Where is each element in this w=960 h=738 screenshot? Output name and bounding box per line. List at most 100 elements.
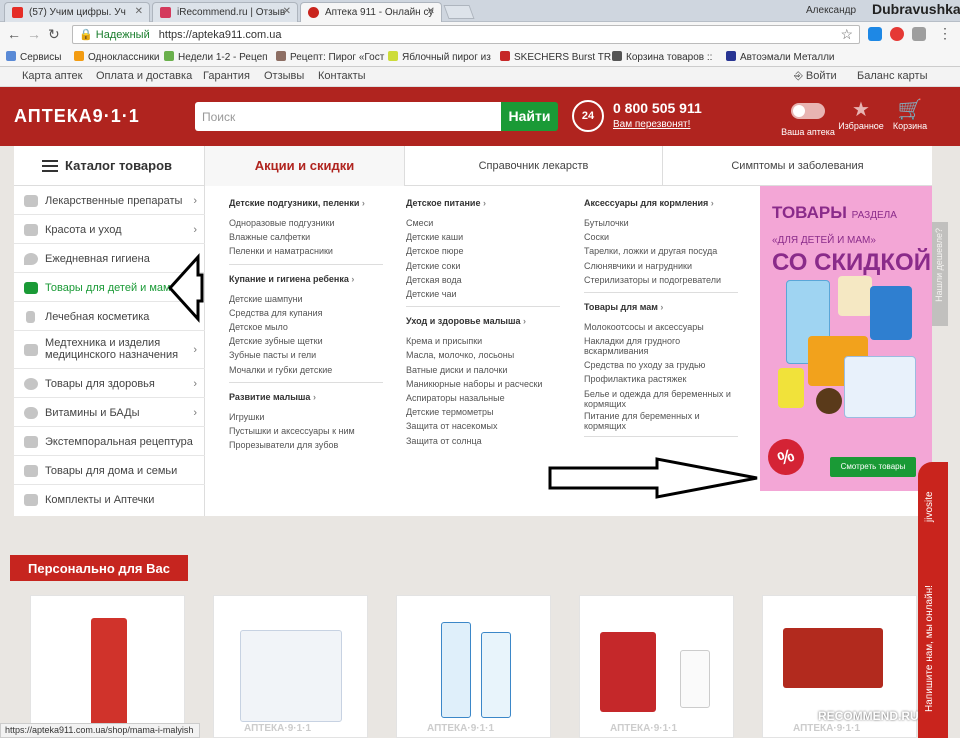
bookmark-item[interactable]: Сервисы <box>6 51 61 63</box>
bookmark-item[interactable]: Автоэмали Металли <box>726 51 835 63</box>
submenu-link[interactable]: Мочалки и губки детские <box>229 363 389 377</box>
sidebar-item-beauty[interactable]: Красота и уход › <box>14 215 205 244</box>
submenu-heading[interactable]: Товары для мам <box>584 302 744 314</box>
nav-link-payment[interactable]: Оплата и доставка <box>96 70 192 82</box>
submenu-link[interactable]: Детские шампуни <box>229 292 389 306</box>
submenu-link[interactable]: Защита от солнца <box>406 434 566 448</box>
product-card[interactable]: АПТЕКА·9·1·1 <box>579 595 734 738</box>
forward-icon[interactable]: → <box>27 26 41 42</box>
sidebar-item-medtech[interactable]: Медтехника и изделия медицинского назнач… <box>14 331 205 369</box>
tab-promotions[interactable]: Акции и скидки <box>205 146 405 186</box>
submenu-link[interactable]: Детские зубные щетки <box>229 334 389 348</box>
login-link[interactable]: ⎆ Войти <box>794 70 837 83</box>
submenu-link[interactable]: Крема и присыпки <box>406 334 566 348</box>
bookmark-item[interactable]: SKECHERS Burst TR <box>500 51 611 63</box>
close-tab-icon[interactable]: ✕ <box>283 6 291 17</box>
bookmark-item[interactable]: Одноклассники <box>74 51 159 63</box>
browser-tab-apteka[interactable]: Аптека 911 - Онлайн су ✕ <box>300 2 442 23</box>
browser-tab-irecommend[interactable]: iRecommend.ru | Отзыв ✕ <box>152 2 298 22</box>
promo-banner[interactable]: ТОВАРЫ РАЗДЕЛА «ДЛЯ ДЕТЕЙ И МАМ» СО СКИД… <box>760 186 932 491</box>
submenu-heading[interactable]: Развитие малыша <box>229 392 389 404</box>
close-tab-icon[interactable]: ✕ <box>427 6 435 17</box>
reload-icon[interactable]: ↻ <box>48 26 60 43</box>
sidebar-item-drugs[interactable]: Лекарственные препараты › <box>14 186 205 215</box>
submenu-heading[interactable]: Детское питание <box>406 198 566 210</box>
url-input[interactable]: 🔒 Надежный https://apteka911.com.ua ☆ <box>72 25 860 44</box>
submenu-link[interactable]: Пустышки и аксессуары к ним <box>229 424 389 438</box>
sidebar-item-health[interactable]: Товары для здоровья › <box>14 369 205 398</box>
submenu-link[interactable]: Детские соки <box>406 259 566 273</box>
balance-link[interactable]: Баланс карты <box>857 70 928 82</box>
product-card[interactable]: АПТЕКА·9·1·1 <box>396 595 551 738</box>
submenu-link[interactable]: Детские чаи <box>406 287 566 301</box>
jivosite-chat-widget[interactable]: jivosite Напишите нам, мы онлайн! <box>918 462 948 738</box>
submenu-link[interactable]: Прорезыватели для зубов <box>229 438 389 452</box>
submenu-link[interactable]: Профилактика растяжек <box>584 372 744 386</box>
nav-link-map[interactable]: Карта аптек <box>22 70 82 82</box>
nav-link-reviews[interactable]: Отзывы <box>264 70 304 82</box>
your-pharmacy-button[interactable]: Ваша аптека <box>778 97 838 137</box>
bookmark-item[interactable]: Недели 1-2 - Рецеп <box>164 51 268 63</box>
submenu-link[interactable]: Питание для беременных и кормящих <box>584 411 744 431</box>
sidebar-item-home[interactable]: Товары для дома и семьи <box>14 456 205 485</box>
nav-link-contacts[interactable]: Контакты <box>318 70 366 82</box>
submenu-heading[interactable]: Купание и гигиена ребенка <box>229 274 389 286</box>
submenu-link[interactable]: Игрушки <box>229 410 389 424</box>
browser-tab-youtube[interactable]: (57) Учим цифры. Уч ✕ <box>4 2 150 22</box>
submenu-link[interactable]: Одноразовые подгузники <box>229 216 389 230</box>
nav-link-warranty[interactable]: Гарантия <box>203 70 250 82</box>
extension-icon[interactable] <box>890 27 904 41</box>
submenu-link[interactable]: Накладки для грудного вскармливания <box>584 336 744 356</box>
sidebar-item-extemporal[interactable]: Экстемпоральная рецептура <box>14 427 205 456</box>
product-card[interactable] <box>30 595 185 738</box>
submenu-link[interactable]: Детское мыло <box>229 320 389 334</box>
back-icon[interactable]: ← <box>7 26 21 42</box>
submenu-link[interactable]: Ватные диски и палочки <box>406 363 566 377</box>
product-card[interactable]: АПТЕКА·9·1·1 <box>213 595 368 738</box>
submenu-link[interactable]: Пеленки и наматрасники <box>229 244 389 258</box>
submenu-link[interactable]: Детские термометры <box>406 405 566 419</box>
sidebar-item-vitamins[interactable]: Витамины и БАДы › <box>14 398 205 427</box>
submenu-link[interactable]: Защита от насекомых <box>406 419 566 433</box>
submenu-link[interactable]: Тарелки, ложки и другая посуда <box>584 244 744 258</box>
sidebar-item-kits[interactable]: Комплекты и Аптечки <box>14 485 205 516</box>
submenu-link[interactable]: Детское пюре <box>406 244 566 258</box>
found-cheaper-tab[interactable]: Нашли дешевле? <box>932 222 948 326</box>
catalog-button[interactable]: Каталог товаров <box>14 146 205 186</box>
submenu-link[interactable]: Маникюрные наборы и расчески <box>406 377 566 391</box>
view-products-button[interactable]: Смотреть товары <box>830 457 916 477</box>
submenu-heading[interactable]: Детские подгузники, пеленки <box>229 198 389 210</box>
close-tab-icon[interactable]: ✕ <box>135 6 143 17</box>
submenu-link[interactable]: Масла, молочко, лосьоны <box>406 348 566 362</box>
submenu-link[interactable]: Зубные пасты и гели <box>229 348 389 362</box>
bookmark-item[interactable]: Яблочный пирог из <box>388 51 491 63</box>
phone-number[interactable]: 0 800 505 911 <box>613 100 702 116</box>
submenu-link[interactable]: Стерилизаторы и подогреватели <box>584 273 744 287</box>
submenu-link[interactable]: Средства по уходу за грудью <box>584 358 744 372</box>
cart-button[interactable]: 🛒 Корзина <box>880 97 940 131</box>
bookmark-star-icon[interactable]: ☆ <box>840 26 853 43</box>
submenu-heading[interactable]: Аксессуары для кормления <box>584 198 744 210</box>
submenu-link[interactable]: Средства для купания <box>229 306 389 320</box>
bookmark-item[interactable]: Корзина товаров :: <box>612 51 712 63</box>
submenu-link[interactable]: Детская вода <box>406 273 566 287</box>
tab-symptoms[interactable]: Симптомы и заболевания <box>663 146 932 186</box>
submenu-link[interactable]: Слюнявчики и нагрудники <box>584 259 744 273</box>
submenu-heading[interactable]: Уход и здоровье малыша <box>406 316 566 328</box>
extension-icon[interactable] <box>868 27 882 41</box>
bookmark-item[interactable]: Рецепт: Пирог «Гост <box>276 51 384 63</box>
submenu-link[interactable]: Аспираторы назальные <box>406 391 566 405</box>
browser-user-name[interactable]: Александр <box>806 5 856 16</box>
submenu-link[interactable]: Влажные салфетки <box>229 230 389 244</box>
menu-icon[interactable]: ⋮ <box>938 25 952 42</box>
submenu-link[interactable]: Соски <box>584 230 744 244</box>
search-button[interactable]: Найти <box>501 102 558 131</box>
submenu-link[interactable]: Смеси <box>406 216 566 230</box>
callback-link[interactable]: Вам перезвонят! <box>613 119 690 130</box>
site-logo[interactable]: АПТЕКА9·1·1 <box>14 106 140 127</box>
new-tab-button[interactable] <box>443 5 475 19</box>
submenu-link[interactable]: Бутылочки <box>584 216 744 230</box>
search-input[interactable]: Поиск <box>195 102 501 131</box>
submenu-link[interactable]: Молокоотсосы и аксессуары <box>584 320 744 334</box>
submenu-link[interactable]: Белье и одежда для беременных и кормящих <box>584 389 744 409</box>
